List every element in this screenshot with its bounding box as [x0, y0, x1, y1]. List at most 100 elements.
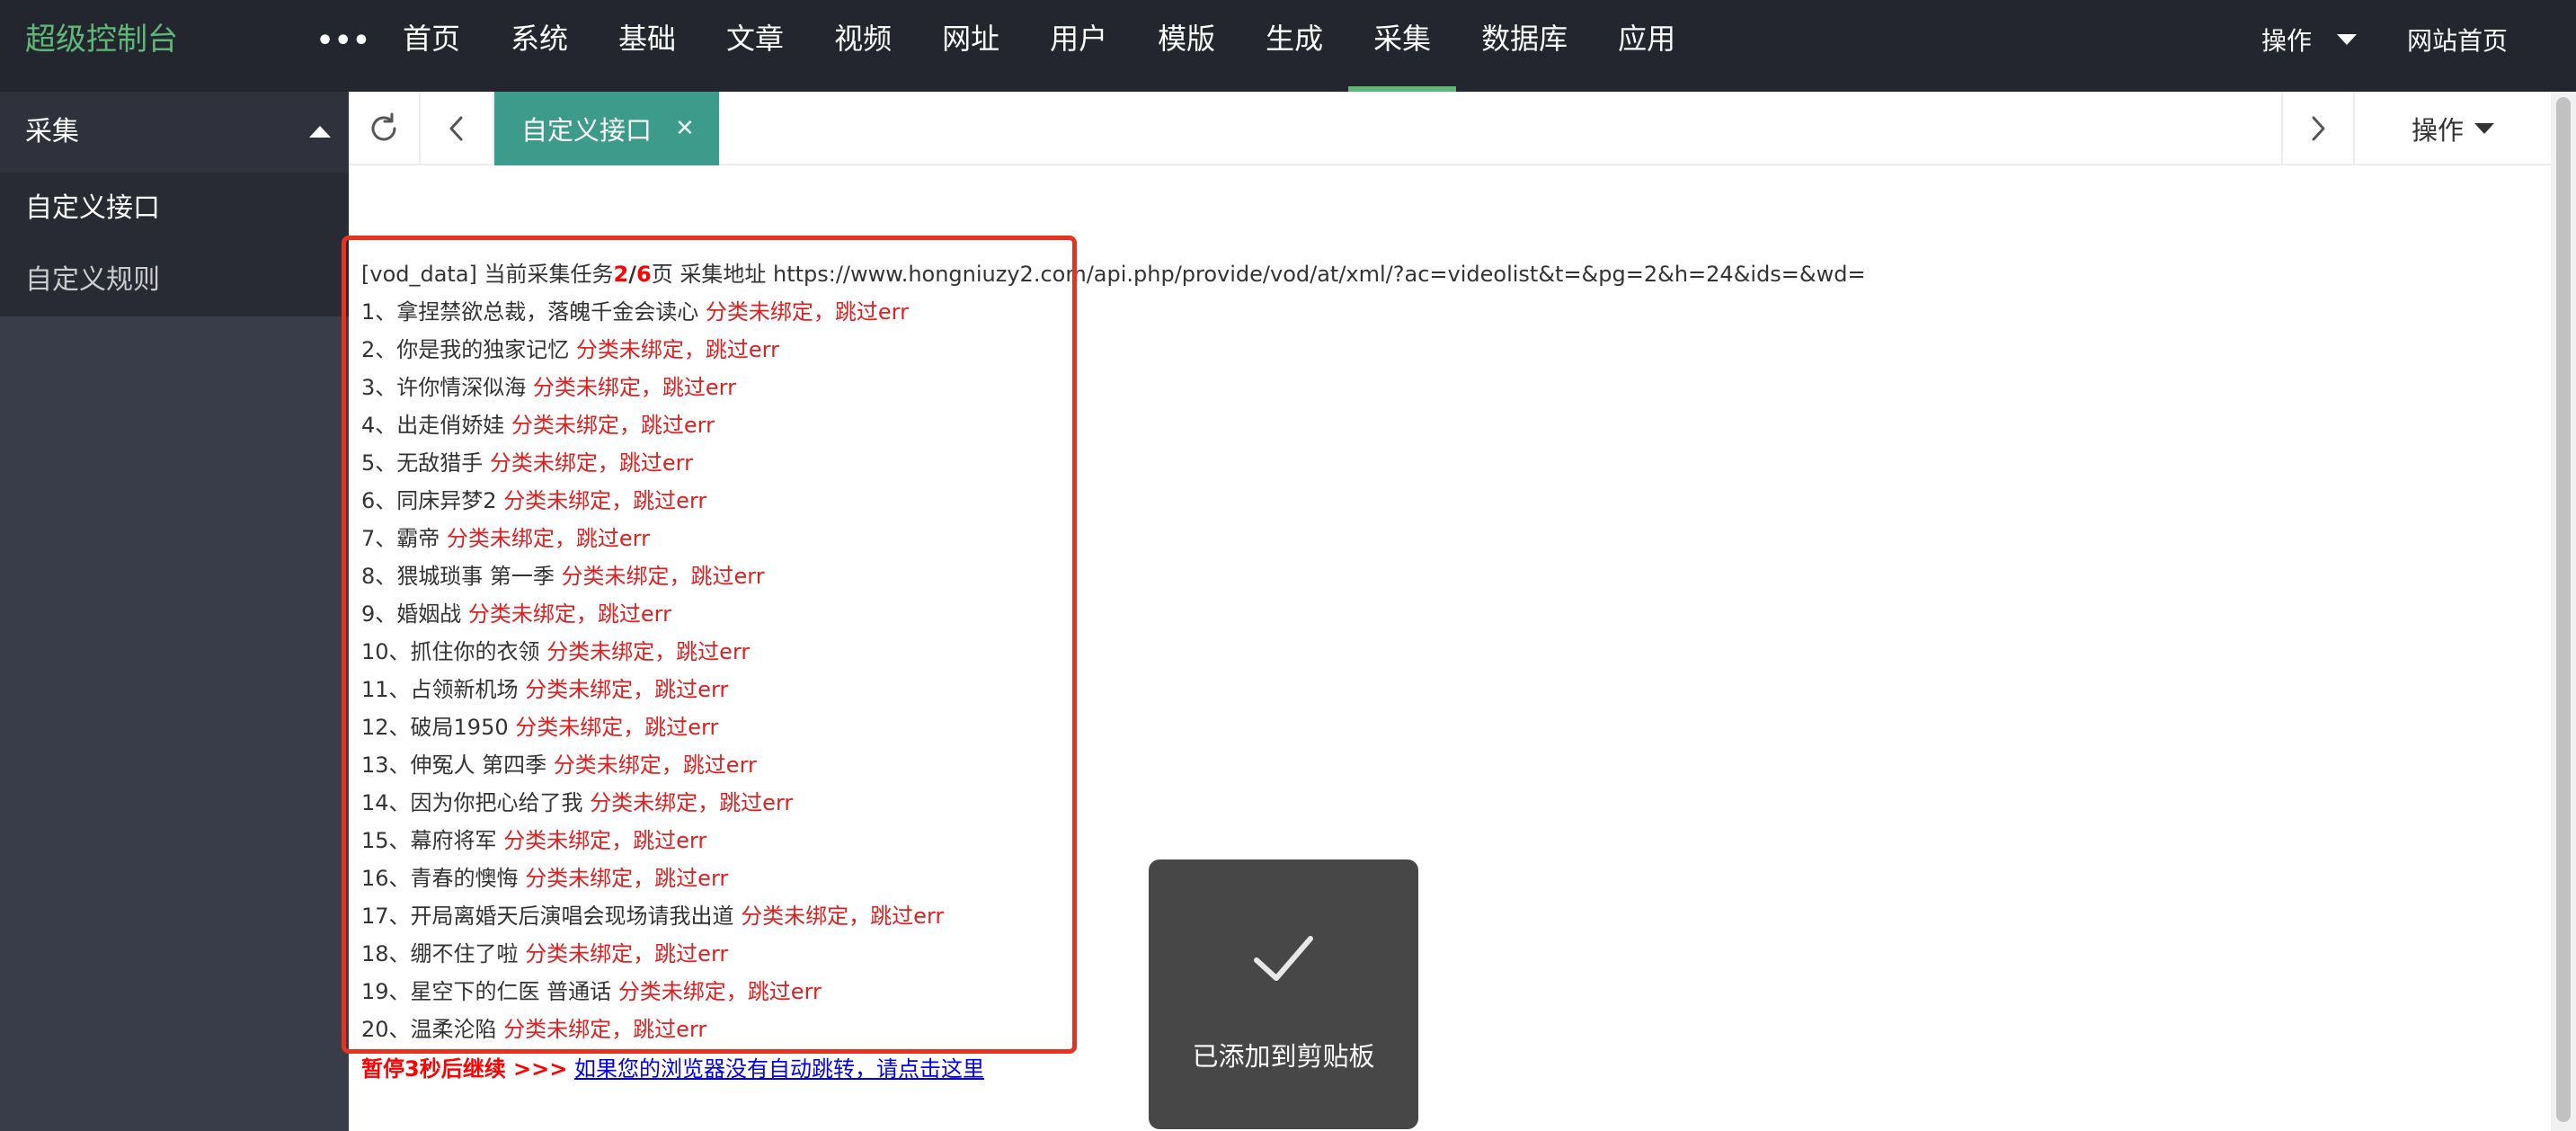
log-item: 3、许你情深似海 分类未绑定，跳过err	[361, 369, 1866, 406]
more-icon[interactable]: •••	[316, 0, 370, 83]
log-item: 14、因为你把心给了我 分类未绑定，跳过err	[361, 784, 1866, 822]
log-item-title: 9、婚姻战	[361, 601, 462, 627]
log-item: 7、霸帝 分类未绑定，跳过err	[361, 520, 1866, 557]
log-item-error: 分类未绑定，跳过err	[467, 601, 671, 627]
collect-log: [vod_data] 当前采集任务2/6页 采集地址 https://www.h…	[361, 255, 1866, 1088]
top-bar: 超级控制台 ••• 首页 系统 基础 文章 视频 网址 用户 模版 生成 采集 …	[0, 0, 2576, 92]
log-item-title: 2、你是我的独家记忆	[361, 337, 570, 362]
sidebar-item-custom-api[interactable]: 自定义接口	[0, 173, 349, 245]
pause-text: 暂停3秒后继续 >>>	[361, 1056, 568, 1082]
log-item: 11、占领新机场 分类未绑定，跳过err	[361, 671, 1866, 708]
nav-item-article[interactable]: 文章	[701, 0, 809, 92]
tab-custom-api[interactable]: 自定义接口 ✕	[494, 92, 719, 165]
nav-item-user[interactable]: 用户	[1025, 0, 1133, 92]
nav-item-database[interactable]: 数据库	[1456, 0, 1593, 92]
log-item: 9、婚姻战 分类未绑定，跳过err	[361, 595, 1866, 633]
pause-line: 暂停3秒后继续 >>> 如果您的浏览器没有自动跳转，请点击这里	[361, 1050, 1866, 1088]
log-item-error: 分类未绑定，跳过err	[561, 564, 765, 589]
log-items: 1、拿捏禁欲总裁，落魄千金会读心 分类未绑定，跳过err 2、你是我的独家记忆 分…	[361, 293, 1866, 1048]
log-item-error: 分类未绑定，跳过err	[503, 488, 707, 513]
log-item: 12、破局1950 分类未绑定，跳过err	[361, 708, 1866, 746]
main-nav: 首页 系统 基础 文章 视频 网址 用户 模版 生成 采集 数据库 应用	[378, 0, 1701, 92]
tab-label: 自定义接口	[521, 115, 653, 146]
toast-text: 已添加到剪贴板	[1192, 1041, 1375, 1072]
checkmark-icon	[1254, 936, 1313, 981]
log-item-title: 15、幕府将军	[361, 828, 497, 853]
tab-operations-label: 操作	[2411, 115, 2464, 146]
copied-toast: 已添加到剪贴板	[1149, 859, 1418, 1129]
nav-item-video[interactable]: 视频	[809, 0, 917, 92]
log-item-error: 分类未绑定，跳过err	[525, 677, 729, 702]
log-item-title: 14、因为你把心给了我	[361, 790, 583, 815]
close-icon[interactable]: ✕	[675, 115, 695, 142]
log-header-mid: 页 采集地址	[651, 262, 773, 287]
scrollbar-thumb[interactable]	[2556, 97, 2571, 1122]
log-item: 1、拿捏禁欲总裁，落魄千金会读心 分类未绑定，跳过err	[361, 293, 1866, 331]
log-item-title: 16、青春的懊悔	[361, 866, 519, 891]
log-total-pages: 6	[636, 262, 652, 287]
log-item-title: 1、拿捏禁欲总裁，落魄千金会读心	[361, 299, 699, 325]
redirect-link[interactable]: 如果您的浏览器没有自动跳转，请点击这里	[574, 1056, 984, 1082]
nav-item-basic[interactable]: 基础	[593, 0, 701, 92]
sidebar-item-custom-rules[interactable]: 自定义规则	[0, 245, 349, 316]
log-item-title: 19、星空下的仁医 普通话	[361, 979, 612, 1004]
chevron-left-icon	[449, 116, 463, 141]
tab-prev-button[interactable]	[421, 92, 494, 165]
log-item: 16、青春的懊悔 分类未绑定，跳过err	[361, 859, 1866, 897]
nav-item-home[interactable]: 首页	[378, 0, 485, 92]
log-item-title: 20、温柔沦陷	[361, 1017, 497, 1042]
log-item-error: 分类未绑定，跳过err	[503, 828, 707, 853]
nav-item-collect[interactable]: 采集	[1348, 0, 1457, 92]
log-item-title: 8、猥城琐事 第一季	[361, 564, 555, 589]
sidebar-group-collect[interactable]: 采集	[0, 92, 349, 173]
nav-item-template[interactable]: 模版	[1133, 0, 1240, 92]
brand-logo[interactable]: 超级控制台	[25, 0, 178, 79]
refresh-button[interactable]	[349, 92, 421, 165]
nav-item-application[interactable]: 应用	[1593, 0, 1701, 92]
log-url: https://www.hongniuzy2.com/api.php/provi…	[772, 262, 1866, 287]
nav-item-generate[interactable]: 生成	[1240, 0, 1348, 92]
log-item-error: 分类未绑定，跳过err	[503, 1017, 707, 1042]
log-item-title: 4、出走俏娇娃	[361, 413, 505, 438]
log-item: 10、抓住你的衣领 分类未绑定，跳过err	[361, 633, 1866, 671]
log-item: 17、开局离婚天后演唱会现场请我出道 分类未绑定，跳过err	[361, 897, 1866, 935]
log-item-title: 11、占领新机场	[361, 677, 519, 702]
top-operations-menu[interactable]: 操作	[2236, 22, 2382, 58]
log-item-title: 6、同床异梦2	[361, 488, 497, 513]
log-item-error: 分类未绑定，跳过err	[446, 526, 650, 551]
log-item-error: 分类未绑定，跳过err	[705, 299, 909, 325]
page-scrollbar[interactable]	[2551, 92, 2576, 1131]
log-item-error: 分类未绑定，跳过err	[553, 753, 757, 778]
log-item-title: 7、霸帝	[361, 526, 440, 551]
log-item-error: 分类未绑定，跳过err	[575, 337, 779, 362]
log-item: 5、无敌猎手 分类未绑定，跳过err	[361, 444, 1866, 482]
log-header: [vod_data] 当前采集任务2/6页 采集地址 https://www.h…	[361, 255, 1866, 293]
log-item-title: 3、许你情深似海	[361, 375, 527, 400]
log-item-error: 分类未绑定，跳过err	[532, 375, 736, 400]
log-item: 20、温柔沦陷 分类未绑定，跳过err	[361, 1011, 1866, 1048]
log-item: 15、幕府将军 分类未绑定，跳过err	[361, 822, 1866, 859]
log-header-prefix: [vod_data] 当前采集任务	[361, 262, 614, 287]
log-item: 4、出走俏娇娃 分类未绑定，跳过err	[361, 406, 1866, 444]
log-item-title: 17、开局离婚天后演唱会现场请我出道	[361, 904, 734, 929]
log-item-error: 分类未绑定，跳过err	[741, 904, 945, 929]
log-item-error: 分类未绑定，跳过err	[511, 413, 715, 438]
nav-item-website[interactable]: 网址	[917, 0, 1025, 92]
sidebar-group-label: 采集	[25, 116, 79, 147]
nav-item-system[interactable]: 系统	[485, 0, 593, 92]
sidebar-submenu: 自定义接口 自定义规则	[0, 173, 349, 316]
log-slash: /	[628, 262, 637, 287]
log-item: 18、绷不住了啦 分类未绑定，跳过err	[361, 935, 1866, 973]
caret-down-icon	[2474, 123, 2494, 134]
log-item-title: 13、伸冤人 第四季	[361, 753, 547, 778]
top-right-actions: 操作 网站首页	[2236, 0, 2576, 79]
tab-bar: 自定义接口 ✕ 操作	[349, 92, 2551, 165]
log-item-title: 5、无敌猎手	[361, 450, 484, 476]
log-item-title: 12、破局1950	[361, 715, 509, 740]
log-item: 6、同床异梦2 分类未绑定，跳过err	[361, 482, 1866, 520]
tab-operations-menu[interactable]: 操作	[2355, 92, 2551, 165]
tab-next-button[interactable]	[2281, 92, 2355, 165]
site-home-link[interactable]: 网站首页	[2382, 22, 2576, 58]
log-item-error: 分类未绑定，跳过err	[546, 639, 751, 664]
log-item-error: 分类未绑定，跳过err	[515, 715, 719, 740]
